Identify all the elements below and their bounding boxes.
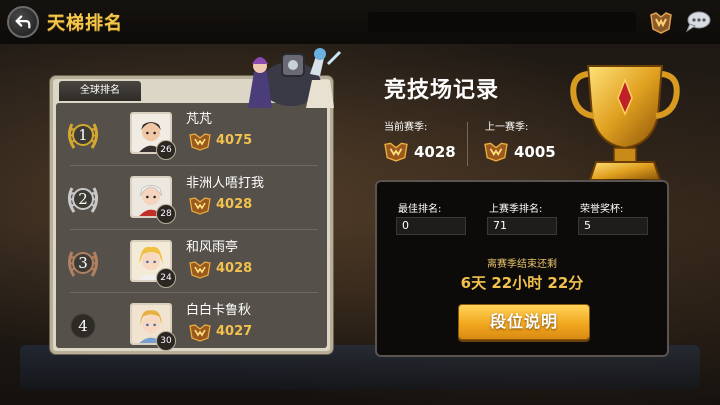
season-countdown-value: 6天 22小时 22分 (460, 274, 584, 292)
best-rank-label: 最佳排名: (398, 204, 442, 215)
last-season-score: 4005 (514, 143, 556, 161)
back-button[interactable] (7, 6, 39, 38)
back-arrow-icon (15, 15, 31, 29)
leaderboard-row[interactable]: 2 28 非洲人唔打我 4028 (58, 168, 326, 228)
ladder-score-icon (384, 142, 408, 162)
player-score: 4028 (216, 261, 253, 276)
rank-explanation-button[interactable]: 段位说明 (458, 304, 590, 340)
player-score: 4027 (216, 324, 253, 339)
player-name: 非洲人唔打我 (186, 176, 265, 191)
rank-number: 4 (78, 317, 88, 335)
page-title: 天梯排名 (47, 13, 123, 34)
leaderboard-row[interactable]: 3 24 和风雨亭 4028 (58, 232, 326, 292)
level-badge: 28 (156, 204, 176, 224)
last-season-rank-value: 71 (487, 217, 557, 235)
honor-trophy-value: 5 (578, 217, 648, 235)
leaderboard-row[interactable]: 4 30 白白卡鲁秋 4027 (58, 295, 326, 355)
player-name: 和风雨亭 (186, 240, 239, 255)
row-divider (70, 165, 318, 166)
season-divider (467, 122, 468, 166)
leaderboard-row[interactable]: 1 26 芃芃 4075 (58, 104, 326, 164)
ladder-score-icon (189, 133, 211, 151)
row-divider (70, 292, 318, 293)
current-season-label: 当前赛季: (384, 122, 428, 133)
ladder-score-icon (189, 261, 211, 279)
ladder-score-icon (189, 197, 211, 215)
heroes-decoration (248, 48, 342, 108)
level-badge: 24 (156, 268, 176, 288)
best-rank-value: 0 (396, 217, 466, 235)
rank-number: 3 (78, 254, 88, 272)
level-badge: 26 (156, 140, 176, 160)
season-countdown-label: 离赛季结束还剩 (487, 259, 557, 270)
rank-number: 1 (78, 126, 88, 144)
honor-trophy-label: 荣誉奖杯: (580, 204, 624, 215)
rank-number: 2 (78, 190, 88, 208)
level-badge: 30 (156, 331, 176, 351)
ladder-score-icon (484, 142, 508, 162)
player-score: 4075 (216, 133, 253, 148)
ladder-score-icon (189, 324, 211, 342)
gold-trophy-icon (570, 65, 680, 189)
player-name: 芃芃 (186, 112, 213, 127)
current-season-score: 4028 (414, 143, 456, 161)
last-season-label: 上一赛季: (485, 122, 529, 133)
rank-emblem-icon (650, 12, 672, 34)
rank-emblem-button[interactable] (648, 9, 674, 35)
tab-global-ranking[interactable]: 全球排名 (59, 81, 141, 101)
player-name: 白白卡鲁秋 (186, 303, 252, 318)
player-score: 4028 (216, 197, 253, 212)
chat-button[interactable] (684, 9, 712, 35)
top-info-bar (368, 12, 636, 32)
chat-bubble-icon (685, 11, 711, 33)
last-season-rank-label: 上赛季排名: (489, 204, 543, 215)
arena-record-title: 竞技场记录 (384, 78, 500, 103)
row-divider (70, 229, 318, 230)
